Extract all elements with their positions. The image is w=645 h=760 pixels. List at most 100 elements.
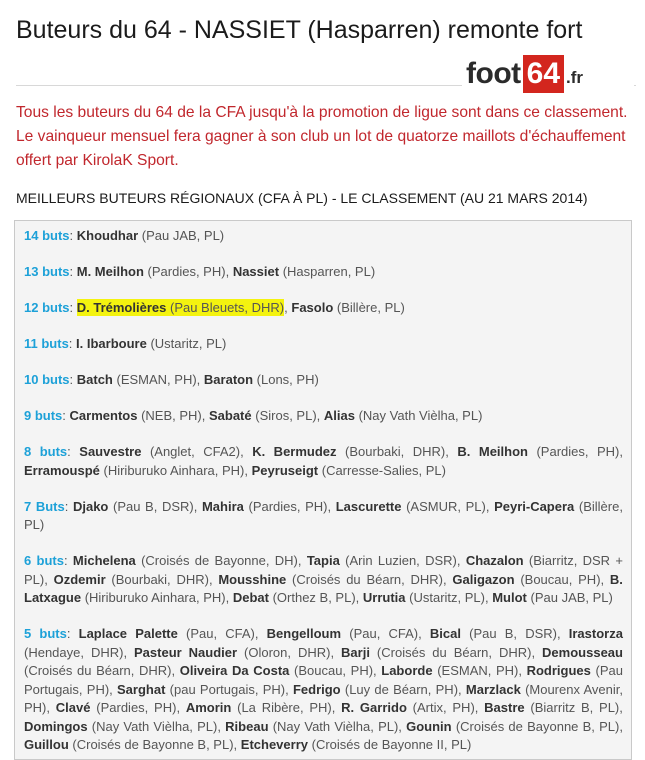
player-name: Lascurette <box>335 498 402 514</box>
player-club: (Lons, PH) <box>256 372 319 387</box>
player-club: (Pardies, PH) <box>147 264 226 279</box>
player-club: (Bourbaki, DHR) <box>111 571 209 587</box>
player-club: (NEB, PH) <box>141 408 202 423</box>
player-club: (Orthez B, PL) <box>272 590 356 605</box>
player-name: D. Trémolières <box>76 300 167 315</box>
player-club: (Billère, PL) <box>336 300 405 315</box>
ranking-box: 14 buts: Khoudhar (Pau JAB, PL) 13 buts: … <box>14 220 632 760</box>
player-entry: Bastre (Biarritz B, PL) <box>484 700 619 715</box>
player-name: Amorin <box>185 700 232 715</box>
player-name: Marzlack <box>465 681 521 697</box>
player-club: (Anglet, CFA2) <box>149 444 241 459</box>
player-name: Djako <box>72 498 109 514</box>
player-entry: Debat (Orthez B, PL) <box>233 590 356 605</box>
player-club: (Pardies, PH) <box>248 498 328 514</box>
goals-count: 13 buts <box>24 264 70 279</box>
player-club: (Hasparren, PL) <box>282 264 376 279</box>
player-club: (Biarritz B, PL) <box>530 700 620 715</box>
goals-count: 12 buts <box>24 300 70 315</box>
player-entry: Bengelloum (Pau, CFA) <box>267 626 418 641</box>
player-name: Erramouspé <box>24 462 100 478</box>
player-name: Etcheverry <box>240 737 308 752</box>
player-club: (La Ribère, PH) <box>237 700 332 715</box>
player-name: Baraton <box>203 372 254 387</box>
player-name: K. Bermudez <box>252 444 337 459</box>
player-name: Chazalon <box>465 553 524 568</box>
player-name: Mousshine <box>218 571 287 587</box>
player-entry: Fedrigo (Luy de Béarn, PH) <box>293 682 458 697</box>
player-name: Bastre <box>484 700 525 715</box>
player-club: (Hendaye, DHR) <box>24 644 124 660</box>
player-name: Mulot <box>492 590 527 605</box>
player-name: Ribeau <box>225 718 269 734</box>
highlighted-player: D. Trémolières (Pau Bleuets, DHR) <box>76 299 285 316</box>
player-entry: Etcheverry (Croisés de Bayonne II, PL) <box>241 737 472 752</box>
player-entry: Baraton (Lons, PH) <box>204 372 319 387</box>
player-club: (Siros, PL) <box>255 408 317 423</box>
player-club: (Arin Luzien, DSR) <box>345 553 457 568</box>
player-club: (Hiriburuko Ainhara, PH) <box>84 590 226 605</box>
player-name: Galigazon <box>452 571 515 587</box>
goals-count: 7 Buts <box>24 498 65 514</box>
player-entry: I. Ibarboure (Ustaritz, PL) <box>76 336 226 351</box>
player-entry: Djako (Pau B, DSR) <box>73 499 194 514</box>
player-entry: Peyruseigt (Carresse-Salies, PL) <box>252 463 446 478</box>
player-club: (Nay Vath Vièlha, PL) <box>358 408 483 423</box>
player-club: (Pau JAB, PL) <box>530 590 613 605</box>
player-name: Carmentos <box>69 408 138 423</box>
player-entry: Sauvestre (Anglet, CFA2) <box>79 444 240 459</box>
article-title: Buteurs du 64 - NASSIET (Hasparren) remo… <box>16 16 583 44</box>
player-club: (ESMAN, PH) <box>116 372 197 387</box>
player-entry: Erramouspé (Hiriburuko Ainhara, PH) <box>24 463 244 478</box>
player-name: Alias <box>323 408 355 423</box>
player-entry: M. Meilhon (Pardies, PH) <box>77 264 226 279</box>
foot64-logo[interactable]: foot 64 .fr <box>462 54 634 94</box>
player-entry: K. Bermudez (Bourbaki, DHR) <box>252 444 445 459</box>
ranking-row: 8 buts: Sauvestre (Anglet, CFA2), K. Ber… <box>24 444 623 478</box>
player-club: (Pardies, PH) <box>96 700 177 715</box>
player-name: Laplace Palette <box>78 626 178 641</box>
player-name: B. Meilhon <box>457 444 528 459</box>
player-name: Michelena <box>72 553 136 568</box>
player-club: (Croisés du Béarn, DHR) <box>24 663 172 678</box>
player-name: Guillou <box>24 737 69 752</box>
player-club: (Croisés du Béarn, DHR) <box>376 644 532 660</box>
player-entry: Sarghat (pau Portugais, PH) <box>117 682 285 697</box>
logo-number: 64 <box>522 55 565 93</box>
player-entry: B. Meilhon (Pardies, PH) <box>457 444 619 459</box>
player-name: Domingos <box>24 718 88 734</box>
goals-count: 6 buts <box>24 553 64 568</box>
article-intro: Tous les buteurs du 64 de la CFA jusqu'à… <box>16 104 628 169</box>
ranking-row: 7 Buts: Djako (Pau B, DSR), Mahira (Pard… <box>24 498 623 533</box>
player-entry: Domingos (Nay Vath Vièlha, PL) <box>24 719 217 734</box>
player-name: M. Meilhon <box>76 264 144 279</box>
ranking-row: 12 buts: D. Trémolières (Pau Bleuets, DH… <box>24 299 405 316</box>
player-club: (Carresse-Salies, PL) <box>321 462 446 478</box>
ranking-row: 14 buts: Khoudhar (Pau JAB, PL) <box>24 228 225 243</box>
player-name: Rodrigues <box>526 663 591 678</box>
player-entry: Carmentos (NEB, PH) <box>70 408 202 423</box>
ranking-row: 13 buts: M. Meilhon (Pardies, PH), Nassi… <box>24 264 376 279</box>
player-entry: Khoudhar (Pau JAB, PL) <box>77 228 224 243</box>
player-club: (Hiriburuko Ainhara, PH) <box>103 462 245 478</box>
player-entry: Amorin (La Ribère, PH) <box>186 700 332 715</box>
player-name: I. Ibarboure <box>76 336 147 351</box>
player-entry: Mulot (Pau JAB, PL) <box>492 590 613 605</box>
player-entry: R. Garrido (Artix, PH) <box>341 700 475 715</box>
player-entry: Mahira (Pardies, PH) <box>202 499 328 514</box>
player-entry: Bical (Pau B, DSR) <box>430 626 557 641</box>
player-name: Pasteur Naudier <box>134 644 238 660</box>
player-entry: Ribeau (Nay Vath Vièlha, PL) <box>225 719 398 734</box>
goals-count: 5 buts <box>24 626 67 641</box>
player-entry: Fasolo (Billère, PL) <box>291 300 404 315</box>
section-title: MEILLEURS BUTEURS RÉGIONAUX (CFA À PL) -… <box>16 190 588 206</box>
player-name: Peyruseigt <box>251 462 319 478</box>
player-name: Debat <box>232 590 269 605</box>
player-entry: Pasteur Naudier (Oloron, DHR) <box>134 645 330 660</box>
player-name: Batch <box>76 372 113 387</box>
player-name: Bengelloum <box>266 626 342 641</box>
player-name: Peyri-Capera <box>494 498 575 514</box>
player-club: (Pau Bleuets, DHR) <box>169 300 285 315</box>
player-name: Laborde <box>381 663 433 678</box>
player-entry: Nassiet (Hasparren, PL) <box>233 264 375 279</box>
